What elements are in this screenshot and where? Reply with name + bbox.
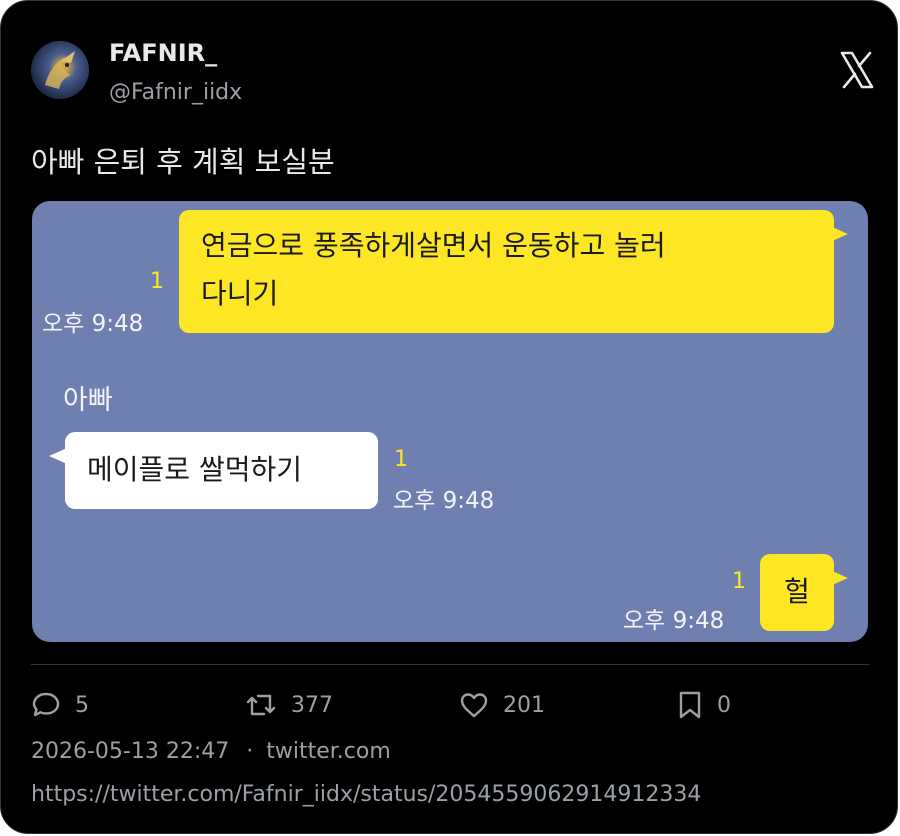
tweet-text: 아빠 은퇴 후 계획 보실분 — [31, 145, 335, 179]
chat-screenshot-image[interactable]: 연금으로 풍족하게살면서 운동하고 놀러 다니기 1 오후 9:48 아빠 메이… — [32, 201, 868, 642]
message-time: 오후 9:48 — [623, 608, 725, 634]
unread-count: 1 — [732, 569, 746, 594]
author-handle[interactable]: @Fafnir_iidx — [109, 80, 242, 105]
sender-name: 아빠 — [63, 385, 113, 416]
x-logo-icon[interactable] — [839, 51, 875, 89]
meta-separator: · — [246, 739, 254, 764]
message-text: 헐 — [784, 575, 810, 608]
unread-count: 1 — [394, 447, 408, 472]
chat-bubble-outgoing: 연금으로 풍족하게살면서 운동하고 놀러 다니기 — [179, 210, 848, 333]
tweet-datetime[interactable]: 2026-05-13 22:47 — [31, 739, 229, 764]
divider — [31, 664, 869, 665]
unread-count: 1 — [150, 269, 164, 294]
bookmark-button[interactable]: 0 — [677, 689, 731, 721]
retweet-button[interactable]: 377 — [245, 689, 333, 721]
reply-icon — [32, 692, 60, 717]
message-line: 다니기 — [201, 277, 279, 310]
like-button[interactable]: 201 — [459, 689, 545, 721]
heart-icon — [460, 693, 488, 718]
chat-bubble-incoming: 메이플로 쌀먹하기 — [49, 432, 378, 509]
retweet-count: 377 — [291, 692, 333, 718]
avatar[interactable] — [31, 41, 89, 99]
chat-bubble-outgoing: 헐 — [760, 554, 848, 631]
message-line: 연금으로 풍족하게살면서 운동하고 놀러 — [201, 229, 666, 262]
dragon-avatar-icon — [45, 51, 75, 89]
tweet-meta: 2026-05-13 22:47 · twitter.com — [31, 739, 391, 764]
reply-count: 5 — [75, 692, 89, 718]
like-count: 201 — [503, 692, 545, 718]
message-time: 오후 9:48 — [42, 311, 144, 337]
message-text: 메이플로 쌀먹하기 — [87, 453, 302, 486]
tweet-url[interactable]: https://twitter.com/Fafnir_iidx/status/2… — [31, 782, 701, 807]
bookmark-count: 0 — [717, 692, 731, 718]
tweet-card: FAFNIR_ @Fafnir_iidx 아빠 은퇴 후 계획 보실분 연금으로… — [0, 0, 898, 834]
retweet-icon — [246, 694, 276, 716]
author-name[interactable]: FAFNIR_ — [109, 39, 217, 67]
tweet-source[interactable]: twitter.com — [266, 739, 391, 764]
message-time: 오후 9:48 — [393, 488, 495, 514]
bookmark-icon — [679, 691, 701, 719]
reply-button[interactable]: 5 — [31, 689, 89, 721]
